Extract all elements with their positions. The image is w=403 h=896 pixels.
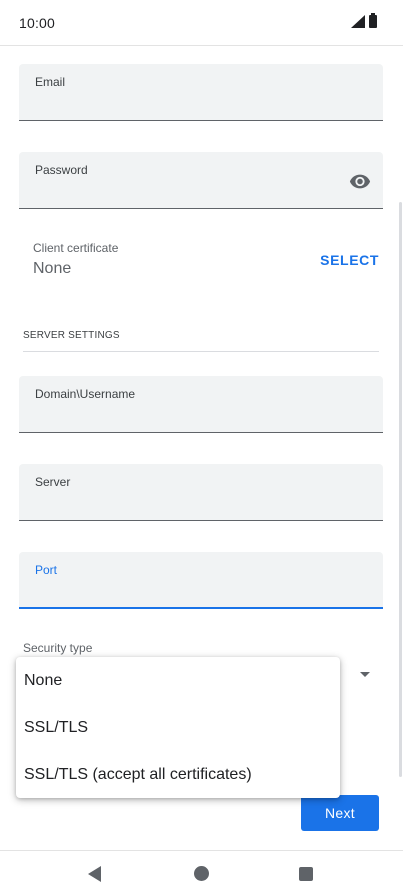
password-field[interactable]: Password (19, 152, 383, 209)
security-type-label: Security type (23, 641, 93, 655)
server-settings-header: SERVER SETTINGS (23, 330, 120, 341)
status-icons (351, 13, 377, 28)
status-time: 10:00 (19, 15, 56, 31)
domain-username-input[interactable] (35, 404, 335, 426)
navigation-bar (0, 850, 403, 896)
battery-icon (369, 13, 377, 28)
dropdown-arrow-icon[interactable] (360, 672, 370, 677)
email-field[interactable]: Email (19, 64, 383, 121)
recents-icon[interactable] (299, 867, 313, 881)
server-field[interactable]: Server (19, 464, 383, 521)
password-input[interactable] (35, 180, 335, 202)
security-type-menu: None SSL/TLS SSL/TLS (accept all certifi… (16, 657, 340, 798)
menu-item-ssl-tls-accept-all[interactable]: SSL/TLS (accept all certificates) (16, 751, 340, 798)
server-input[interactable] (35, 492, 335, 514)
port-label: Port (35, 563, 58, 577)
section-divider (23, 351, 379, 352)
signal-icon (351, 15, 365, 28)
password-label: Password (35, 163, 88, 177)
back-icon[interactable] (88, 866, 101, 882)
menu-item-ssl-tls[interactable]: SSL/TLS (16, 704, 340, 751)
eye-icon[interactable] (349, 170, 371, 192)
port-field[interactable]: Port (19, 552, 383, 609)
domain-username-label: Domain\Username (35, 387, 136, 401)
home-icon[interactable] (194, 866, 209, 881)
client-certificate-label: Client certificate (33, 241, 119, 255)
status-bar: 10:00 (0, 0, 403, 46)
port-input[interactable] (35, 580, 335, 602)
email-input[interactable] (35, 92, 335, 114)
client-certificate-value: None (33, 260, 72, 277)
email-label: Email (35, 75, 66, 89)
domain-username-field[interactable]: Domain\Username (19, 376, 383, 433)
settings-form[interactable]: Email Password Client certificate None S… (0, 46, 403, 850)
server-label: Server (35, 475, 71, 489)
next-button[interactable]: Next (301, 795, 379, 831)
scrollbar[interactable] (399, 202, 402, 777)
menu-item-none[interactable]: None (16, 657, 340, 704)
select-certificate-button[interactable]: SELECT (320, 252, 379, 268)
